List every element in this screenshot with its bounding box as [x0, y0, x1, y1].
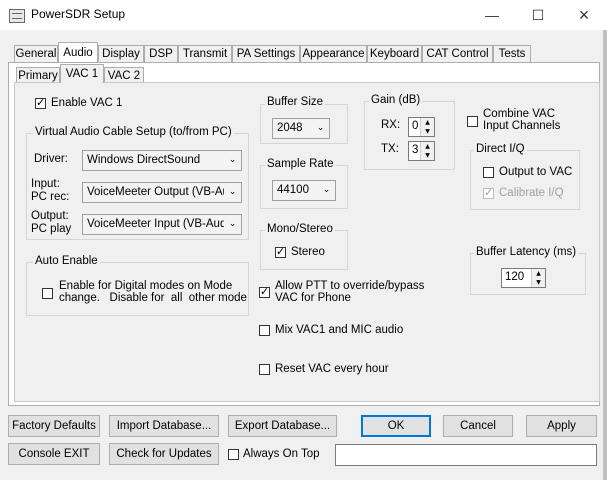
sample-rate-dropdown[interactable]: 44100 ⌄: [272, 180, 336, 201]
chevron-down-icon: ⌄: [224, 183, 241, 202]
buffer-latency-title: Buffer Latency (ms): [474, 246, 579, 258]
spin-up-icon[interactable]: ▲: [421, 142, 434, 151]
always-on-top-label: Always On Top: [243, 448, 320, 460]
input-device-dropdown[interactable]: VoiceMeeter Output (VB-Auc ⌄: [82, 182, 242, 203]
buffer-latency-spinner[interactable]: 120 ▲ ▼: [501, 268, 546, 288]
spin-down-icon[interactable]: ▼: [421, 127, 434, 136]
close-icon[interactable]: ×: [561, 0, 607, 30]
output-device-value: VoiceMeeter Input (VB-Audic: [87, 218, 235, 230]
chevron-down-icon: ⌄: [312, 119, 329, 138]
import-database-button[interactable]: Import Database...: [109, 415, 219, 437]
export-database-button[interactable]: Export Database...: [228, 415, 337, 437]
app-icon: [9, 9, 25, 23]
tab-pa-settings[interactable]: PA Settings: [232, 45, 300, 62]
input-label-line2: PC rec:: [31, 191, 70, 203]
maximize-icon[interactable]: ☐: [515, 0, 561, 30]
buffer-latency-value: 120: [505, 271, 525, 283]
combine-vac-line1: Combine VAC: [483, 108, 556, 120]
sample-rate-value: 44100: [277, 184, 309, 196]
gain-rx-label: RX:: [381, 119, 401, 131]
spin-up-icon[interactable]: ▲: [421, 118, 434, 127]
status-textbox[interactable]: [335, 444, 597, 466]
subtab-primary[interactable]: Primary: [16, 67, 60, 83]
output-label-line1: Output:: [31, 210, 69, 222]
spin-up-icon[interactable]: ▲: [532, 269, 545, 278]
title-bar[interactable]: PowerSDR Setup — ☐ ×: [0, 0, 607, 30]
ok-button[interactable]: OK: [361, 415, 431, 437]
reset-vac-label: Reset VAC every hour: [275, 363, 389, 375]
gain-rx-spinner[interactable]: 0 ▲ ▼: [408, 117, 435, 137]
chevron-down-icon: ⌄: [224, 151, 241, 170]
chevron-down-icon: ⌄: [318, 181, 335, 200]
allow-ptt-checkbox[interactable]: [259, 285, 270, 299]
output-to-vac-checkbox[interactable]: [483, 167, 494, 178]
auto-enable-line1: Enable for Digital modes on Mode: [59, 280, 233, 292]
allow-ptt-line2: VAC for Phone: [275, 292, 351, 304]
mix-vac-checkbox[interactable]: [259, 325, 270, 336]
stereo-label: Stereo: [291, 246, 325, 258]
auto-enable-title: Auto Enable: [33, 255, 100, 267]
direct-iq-title: Direct I/Q: [474, 143, 527, 155]
gain-tx-value: 3: [412, 144, 419, 156]
apply-button[interactable]: Apply: [526, 415, 597, 437]
allow-ptt-line1: Allow PTT to override/bypass: [275, 280, 425, 292]
output-label-line2: PC play: [31, 223, 72, 235]
driver-dropdown[interactable]: Windows DirectSound ⌄: [82, 150, 242, 171]
input-label-line1: Input:: [31, 178, 60, 190]
buffer-size-value: 2048: [277, 122, 303, 134]
tab-audio[interactable]: Audio: [58, 42, 98, 62]
combine-vac-line2: Input Channels: [483, 120, 561, 132]
subtab-vac-1[interactable]: VAC 1: [60, 64, 104, 83]
factory-defaults-button[interactable]: Factory Defaults: [8, 415, 100, 437]
tab-appearance[interactable]: Appearance: [300, 45, 367, 62]
always-on-top-checkbox[interactable]: [228, 449, 239, 460]
spin-down-icon[interactable]: ▼: [532, 278, 545, 287]
gain-tx-label: TX:: [381, 143, 399, 155]
minimize-icon[interactable]: —: [469, 0, 515, 30]
mix-vac-label: Mix VAC1 and MIC audio: [275, 324, 404, 336]
buffer-size-title: Buffer Size: [265, 96, 326, 108]
reset-vac-checkbox[interactable]: [259, 364, 270, 375]
tab-transmit[interactable]: Transmit: [178, 45, 232, 62]
background-edge: [603, 30, 607, 480]
driver-value: Windows DirectSound: [87, 154, 201, 166]
tab-tests[interactable]: Tests: [493, 45, 531, 62]
direct-iq-group: [470, 150, 580, 210]
tab-keyboard[interactable]: Keyboard: [367, 45, 422, 62]
driver-label: Driver:: [34, 153, 68, 165]
gain-tx-spinner[interactable]: 3 ▲ ▼: [408, 141, 435, 161]
subtab-vac-2[interactable]: VAC 2: [104, 67, 144, 83]
output-to-vac-label: Output to VAC: [499, 166, 573, 178]
setup-window: PowerSDR Setup — ☐ × General Audio Display…: [0, 0, 607, 480]
calibrate-iq-label: Calibrate I/Q: [499, 187, 564, 199]
window-title: PowerSDR Setup: [31, 7, 126, 21]
tab-display[interactable]: Display: [98, 45, 144, 62]
tab-dsp[interactable]: DSP: [144, 45, 178, 62]
vac-setup-title: Virtual Audio Cable Setup (to/from PC): [33, 126, 234, 138]
check-for-updates-button[interactable]: Check for Updates: [109, 443, 219, 465]
stereo-checkbox[interactable]: [275, 245, 286, 259]
enable-vac1-label: Enable VAC 1: [51, 97, 123, 109]
cancel-button[interactable]: Cancel: [443, 415, 513, 437]
tab-cat-control[interactable]: CAT Control: [422, 45, 493, 62]
auto-enable-line2: change. Disable for all other mode: [59, 292, 247, 304]
auto-enable-checkbox[interactable]: [42, 288, 53, 299]
mono-stereo-title: Mono/Stereo: [265, 223, 335, 235]
spin-down-icon[interactable]: ▼: [421, 151, 434, 160]
tab-general[interactable]: General: [14, 45, 58, 62]
enable-vac1-checkbox[interactable]: [35, 96, 46, 110]
sample-rate-title: Sample Rate: [265, 158, 336, 170]
output-device-dropdown[interactable]: VoiceMeeter Input (VB-Audic ⌄: [82, 214, 242, 235]
input-device-value: VoiceMeeter Output (VB-Auc: [87, 186, 235, 198]
gain-rx-value: 0: [412, 120, 419, 132]
console-exit-button[interactable]: Console EXIT: [8, 443, 100, 465]
gain-title: Gain (dB): [369, 94, 423, 106]
buffer-size-dropdown[interactable]: 2048 ⌄: [272, 118, 330, 139]
calibrate-iq-checkbox: [483, 186, 494, 200]
chevron-down-icon: ⌄: [224, 215, 241, 234]
combine-vac-checkbox[interactable]: [467, 116, 478, 127]
